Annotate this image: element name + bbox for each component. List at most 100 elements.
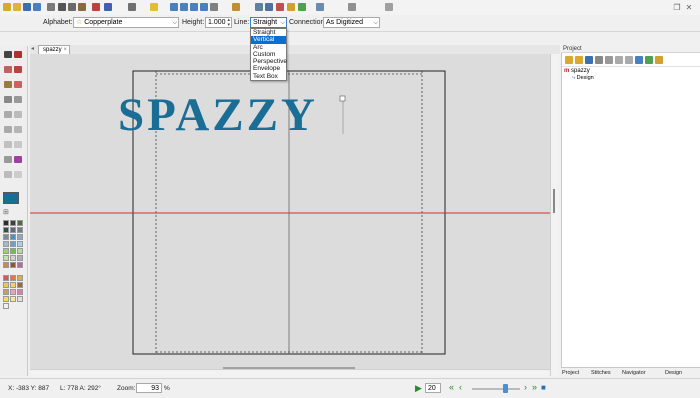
palette-swatch[interactable] [3,248,9,254]
palette-swatch[interactable] [3,296,9,302]
select-icon[interactable] [4,51,12,58]
thread-icon[interactable] [287,3,295,11]
open-folder-icon[interactable] [565,56,573,64]
vertical-scroll-thumb[interactable] [553,189,555,213]
palette-swatch[interactable] [17,296,23,302]
move-down-icon[interactable] [625,56,633,64]
palette-swatch[interactable] [10,248,16,254]
tree-item-spazzy[interactable]: m spazzy [564,68,590,74]
border-icon[interactable] [4,171,12,178]
move-up-icon[interactable] [615,56,623,64]
rewind-icon[interactable]: « [449,382,454,392]
design-canvas[interactable]: SPAZZY [30,54,550,376]
refresh-icon[interactable] [655,56,663,64]
paste-icon[interactable] [78,3,86,11]
save-as-icon[interactable] [33,3,41,11]
measure-icon[interactable] [255,3,263,11]
text-icon[interactable] [4,156,12,163]
palette-swatch[interactable] [17,289,23,295]
zoom-box-icon[interactable] [200,3,208,11]
stop-icon[interactable]: ■ [541,383,546,392]
cross-icon[interactable] [14,141,22,148]
color-icon[interactable] [298,3,306,11]
copy-icon[interactable] [68,3,76,11]
alphabet-select[interactable]: ☆ Copperplate ⌵ [73,17,179,28]
help-icon[interactable] [150,3,158,11]
3d-view-icon[interactable] [316,3,324,11]
shape-icon[interactable] [14,171,22,178]
palette-swatch[interactable] [3,241,9,247]
current-color-swatch[interactable] [3,192,19,204]
new-icon[interactable] [3,3,11,11]
open-icon[interactable] [13,3,21,11]
dropdown-option-vertical[interactable]: Vertical [251,36,286,44]
wizard-icon[interactable] [385,3,393,11]
grid-icon[interactable] [265,3,273,11]
pen-icon[interactable] [14,51,22,58]
palette-swatch[interactable] [3,282,9,288]
palette-swatch[interactable] [3,255,9,261]
palette-swatch[interactable] [10,234,16,240]
stitch-slider-thumb[interactable] [503,384,508,393]
redo-icon[interactable] [104,3,112,11]
palette-swatch[interactable] [3,234,9,240]
palette-swatch[interactable] [10,262,16,268]
stitch-icon[interactable] [4,96,12,103]
zoom-out-icon[interactable] [180,3,188,11]
palette-swatch[interactable] [10,227,16,233]
palette-swatch[interactable] [3,289,9,295]
remove-icon[interactable] [595,56,603,64]
add-icon[interactable] [585,56,593,64]
embroidery-text-design[interactable]: SPAZZY [118,90,318,140]
palette-swatch[interactable] [3,275,9,281]
trace-icon[interactable] [348,3,356,11]
step-back-icon[interactable]: ‹ [459,382,462,392]
view-icon[interactable] [645,56,653,64]
palette-swatch[interactable] [3,227,9,233]
height-input[interactable]: 1.000 ▴ ▾ [205,17,232,28]
close-tab-icon[interactable]: × [63,46,67,54]
tab-spazzy[interactable]: spazzy × [38,45,70,54]
print-icon[interactable] [47,3,55,11]
palette-swatch[interactable] [17,248,23,254]
step-forward-icon[interactable]: › [524,382,527,392]
dropdown-option-custom[interactable]: Custom [251,51,286,58]
speed-input[interactable]: 20 [425,383,441,393]
vertical-scrollbar[interactable] [550,54,559,376]
palette-swatch[interactable] [10,282,16,288]
text-handle[interactable] [339,95,346,102]
dropdown-option-perspective[interactable]: Perspective [251,58,287,65]
palette-swatch[interactable] [17,227,23,233]
connection-select[interactable]: As Digitized ⌵ [323,17,380,28]
play-icon[interactable]: ▶ [415,383,422,394]
dropdown-option-envelope[interactable]: Envelope [251,65,286,72]
motif-icon[interactable] [4,141,12,148]
node-icon[interactable] [4,81,12,88]
palette-swatch[interactable] [10,241,16,247]
cut-icon[interactable] [58,3,66,11]
tab-project[interactable]: Project [562,369,579,377]
zoom-fit-icon[interactable] [190,3,198,11]
save-folder-icon[interactable] [575,56,583,64]
spinner-icon[interactable]: ▴ ▾ [227,18,230,28]
palette-swatch[interactable] [10,255,16,261]
palette-swatch[interactable] [10,275,16,281]
palette-settings-icon[interactable]: ⊞ [3,208,9,216]
properties-icon[interactable] [605,56,613,64]
monogram-icon[interactable] [14,156,22,163]
zoom-in-icon[interactable] [170,3,178,11]
applique-icon[interactable] [14,96,22,103]
close-icon[interactable]: ✕ [684,3,694,12]
tab-stitches[interactable]: Stitches [591,369,611,377]
palette-swatch[interactable] [17,262,23,268]
undo-icon[interactable] [92,3,100,11]
line-select[interactable]: Straight ⌵ [250,17,287,28]
dropdown-option-text-box[interactable]: Text Box [251,73,286,80]
palette-swatch[interactable] [17,282,23,288]
palette-swatch[interactable] [3,262,9,268]
save-icon[interactable] [23,3,31,11]
tree-item-design[interactable]: ⤷ Design [572,75,594,82]
zoom-input[interactable]: 93 [136,383,162,393]
palette-swatch[interactable] [3,303,9,309]
run-icon[interactable] [4,126,12,133]
